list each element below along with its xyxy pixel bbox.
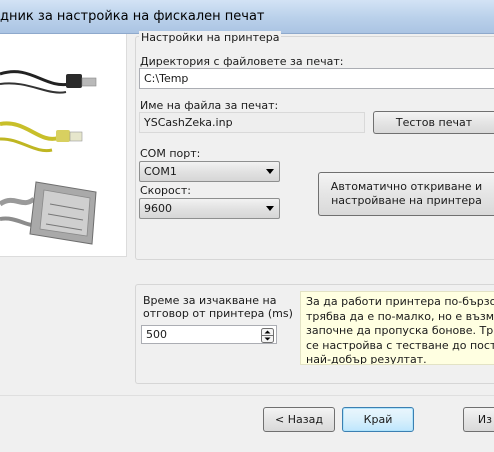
speed-select[interactable]: 9600: [139, 198, 280, 219]
directory-label: Директория с файловете за печат:: [140, 55, 344, 68]
cables-illustration: [0, 34, 127, 257]
title-bar[interactable]: дник за настройка на фискален печат: [0, 0, 494, 34]
finish-button[interactable]: Край: [342, 407, 414, 432]
timeout-info-note: За да работи принтера по-бързо врем тряб…: [300, 291, 494, 365]
speed-value: 9600: [144, 202, 172, 215]
window-title: дник за настройка на фискален печат: [0, 9, 265, 24]
filename-label: Име на файла за печат:: [140, 99, 279, 112]
printer-settings-title: Настройки на принтера: [139, 31, 282, 44]
directory-input[interactable]: C:\Temp: [139, 68, 494, 89]
chevron-down-icon: [266, 169, 274, 174]
com-port-select[interactable]: COM1: [139, 161, 280, 182]
timeout-input[interactable]: 500: [141, 325, 277, 344]
timeout-value: 500: [146, 328, 167, 341]
com-port-value: COM1: [144, 165, 177, 178]
spinner-icon[interactable]: [261, 328, 274, 343]
speed-label: Скорост:: [140, 184, 191, 197]
autodetect-printer-button[interactable]: Автоматично откриване и настройване на п…: [318, 172, 494, 216]
com-port-label: COM порт:: [140, 147, 201, 160]
filename-input[interactable]: YSCashZeka.inp: [139, 112, 365, 133]
exit-button[interactable]: Из: [463, 407, 494, 432]
chevron-down-icon: [266, 206, 274, 211]
cables-image: [0, 70, 97, 245]
footer-divider: [0, 395, 494, 396]
back-button[interactable]: < Назад: [263, 407, 335, 432]
timeout-label-line2: отговор от принтера (ms): [143, 307, 293, 320]
timeout-label-line1: Време за изчакване на: [143, 294, 277, 307]
test-print-button[interactable]: Тестов печат: [373, 111, 494, 134]
